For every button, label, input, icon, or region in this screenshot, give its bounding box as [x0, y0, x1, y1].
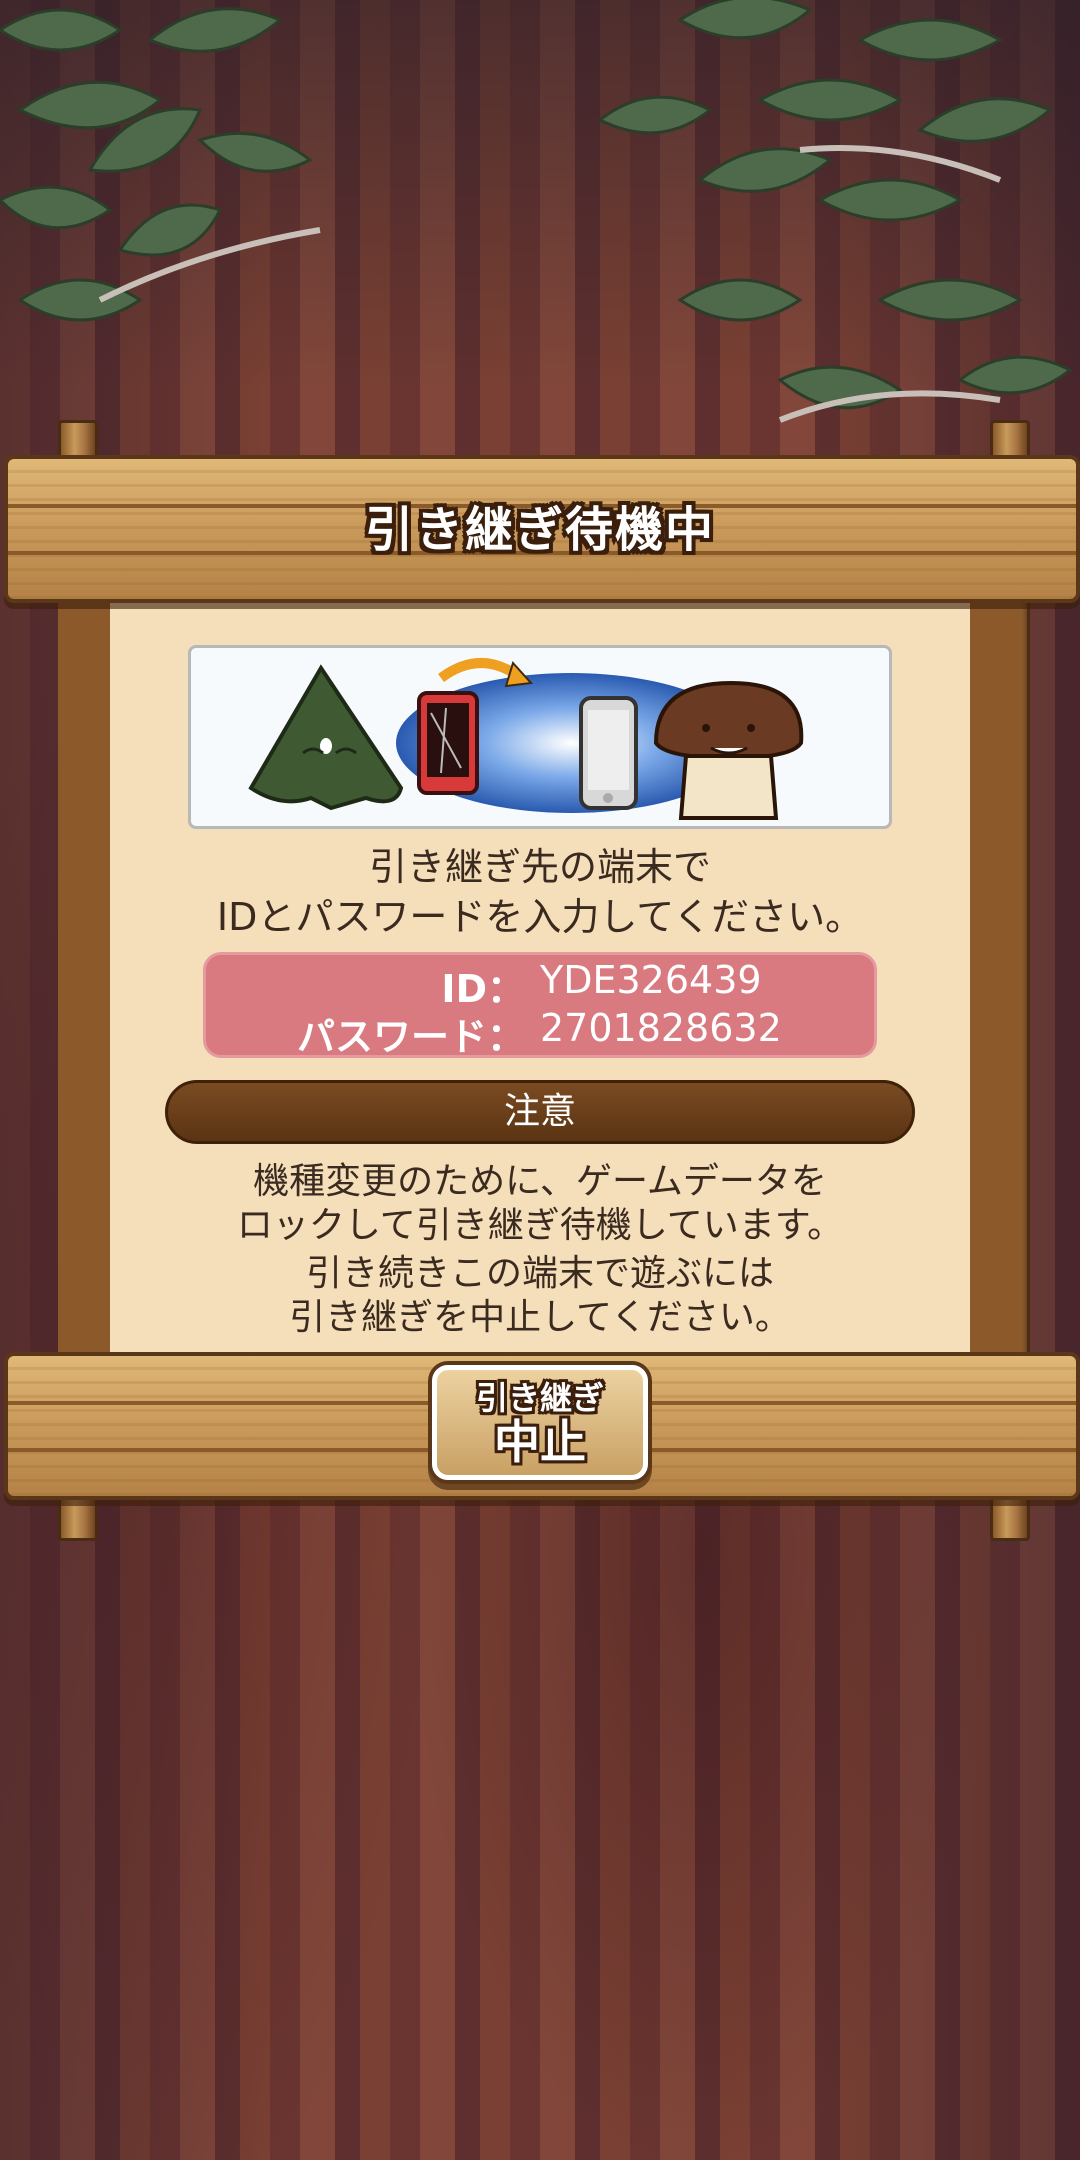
password-value: 2701828632 — [540, 1006, 782, 1050]
notice-line-2: ロックして引き継ぎ待機しています。 — [236, 1205, 844, 1246]
white-phone-icon — [579, 696, 638, 810]
credentials-box: ID： YDE326439 パスワード： 2701828632 — [203, 952, 880, 1059]
notice-line-3: 引き続きこの端末で遊ぶには — [305, 1253, 774, 1294]
instruction-line-2: IDとパスワードを入力してください。 — [216, 895, 864, 939]
red-phone-icon — [417, 691, 479, 795]
dialog-title: 引き継ぎ待機中 — [364, 502, 715, 558]
dark-green-mushroom-character — [248, 664, 404, 811]
notice-line-1: 機種変更のために、ゲームデータを — [253, 1161, 827, 1202]
cancel-button-line-1: 引き継ぎ — [475, 1379, 604, 1417]
transfer-illustration — [188, 645, 892, 829]
cancel-button-line-2: 中止 — [494, 1415, 586, 1469]
cancel-transfer-button[interactable]: 引き継ぎ 中止 — [432, 1365, 648, 1480]
instruction-line-1: 引き継ぎ先の端末で — [368, 845, 711, 889]
id-value: YDE326439 — [540, 958, 762, 1002]
password-label: パスワード： — [296, 1015, 525, 1059]
password-row: パスワード： 2701828632 — [206, 1006, 880, 1059]
notice-line-4: 引き継ぎを中止してください。 — [289, 1297, 791, 1338]
notice-header: 注意 — [165, 1080, 915, 1144]
id-label: ID： — [441, 967, 525, 1011]
id-row: ID： YDE326439 — [206, 958, 880, 1011]
leaves-decoration — [0, 0, 1073, 423]
